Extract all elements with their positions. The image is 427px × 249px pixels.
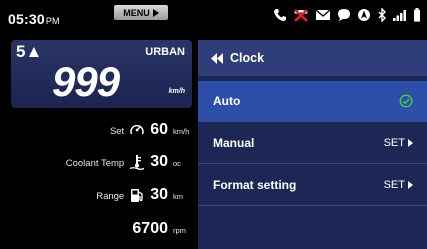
check-icon bbox=[399, 94, 413, 108]
set-action[interactable]: SET bbox=[384, 137, 413, 149]
range-row: Range 30 km bbox=[96, 186, 189, 204]
status-icons bbox=[273, 8, 421, 22]
speed-panel: 5▲ URBAN 999 km/h bbox=[11, 40, 192, 108]
coolant-temp-unit: oc bbox=[173, 159, 181, 168]
signal-icon bbox=[393, 10, 406, 21]
set-action[interactable]: SET bbox=[384, 179, 413, 191]
cruise-set-row: Set 60 km/h bbox=[110, 121, 189, 139]
menu-item-label: Manual bbox=[213, 136, 255, 150]
battery-icon bbox=[414, 8, 420, 22]
rpm-unit: rpm bbox=[173, 226, 186, 235]
chevron-right-icon bbox=[408, 181, 413, 189]
gear-indicator: 5▲ bbox=[16, 42, 43, 61]
cruise-set-unit: km/h bbox=[173, 127, 190, 136]
rpm-row: 6700 rpm bbox=[132, 220, 189, 238]
menu-button[interactable]: MENU bbox=[114, 5, 168, 20]
menu-item-label: Auto bbox=[213, 94, 241, 108]
phone-icon bbox=[274, 9, 286, 21]
coolant-temp-label: Coolant Temp bbox=[65, 158, 125, 169]
menu-item-auto[interactable]: Auto bbox=[198, 81, 427, 122]
menu-button-label: MENU bbox=[123, 7, 150, 18]
menu-title: Clock bbox=[230, 51, 265, 65]
chat-icon bbox=[338, 9, 350, 21]
clock-time: 05:30PM bbox=[8, 11, 60, 27]
clock-menu-panel: Clock Auto Manual SET Format setting SET bbox=[198, 40, 427, 249]
fuel-pump-icon bbox=[131, 189, 143, 202]
navigation-icon bbox=[358, 9, 370, 21]
status-bar: 05:30PM MENU bbox=[0, 0, 427, 34]
set-label: SET bbox=[383, 179, 405, 191]
rpm-value: 6700 bbox=[132, 220, 168, 237]
coolant-temp-row: Coolant Temp 30 oc bbox=[66, 153, 189, 171]
clock-time-value: 05:30 bbox=[8, 11, 45, 27]
cruise-set-label: Set bbox=[109, 126, 125, 137]
menu-item-format-setting[interactable]: Format setting SET bbox=[198, 165, 427, 206]
range-value: 30 bbox=[150, 186, 168, 203]
play-arrow-icon bbox=[152, 8, 159, 17]
clock-ampm: PM bbox=[45, 16, 60, 26]
back-arrow-icon[interactable] bbox=[211, 52, 225, 64]
mail-icon bbox=[315, 9, 331, 20]
range-label: Range bbox=[96, 191, 125, 202]
cruise-set-value: 60 bbox=[150, 121, 168, 138]
muted-icon bbox=[294, 9, 308, 22]
cruise-control-icon bbox=[130, 124, 144, 135]
menu-item-label: Format setting bbox=[213, 178, 297, 192]
speed-readout: 999 bbox=[52, 58, 120, 105]
chevron-right-icon bbox=[408, 139, 413, 147]
set-label: SET bbox=[383, 137, 405, 149]
menu-header[interactable]: Clock bbox=[198, 40, 427, 76]
ride-mode: URBAN bbox=[145, 46, 185, 58]
range-unit: km bbox=[173, 192, 183, 201]
coolant-temperature-icon bbox=[129, 155, 145, 170]
menu-item-manual[interactable]: Manual SET bbox=[198, 123, 427, 164]
coolant-temp-value: 30 bbox=[150, 153, 168, 170]
bluetooth-icon bbox=[378, 8, 386, 22]
speed-unit: km/h bbox=[168, 88, 185, 95]
